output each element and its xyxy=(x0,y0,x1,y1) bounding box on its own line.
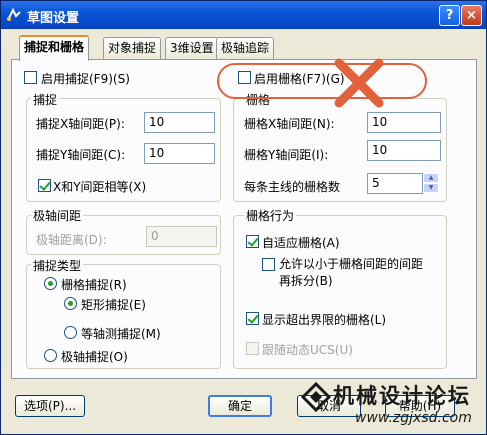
options-button[interactable]: 选项(P)... xyxy=(15,395,85,417)
beyond-limits-label: 显示超出界限的栅格(L) xyxy=(262,313,387,327)
grid-behavior-title: 栅格行为 xyxy=(244,207,297,224)
polar-distance-label: 极轴距离(D): xyxy=(36,233,107,247)
grid-major-input[interactable]: 5 xyxy=(367,173,423,194)
polar-distance-input[interactable]: 0 xyxy=(146,226,217,247)
polar-spacing-title: 极轴间距 xyxy=(31,207,84,224)
enable-snap-checkbox[interactable] xyxy=(24,71,37,84)
beyond-limits-checkbox[interactable] xyxy=(246,312,259,325)
snap-x-input[interactable]: 10 xyxy=(144,112,215,133)
xy-equal-checkbox[interactable] xyxy=(38,179,51,192)
enable-snap-label: 启用捕捉(F9)(S) xyxy=(41,72,130,86)
grid-y-label: 栅格Y轴间距(I): xyxy=(244,148,329,162)
tab-object-snap[interactable]: 对象捕捉 xyxy=(103,37,162,59)
annotation-oval xyxy=(217,63,427,99)
iso-snap-radio[interactable] xyxy=(64,326,77,339)
snap-group-title: 捕捉 xyxy=(31,91,60,108)
forum-logo-icon xyxy=(300,381,332,413)
snap-x-label: 捕捉X轴间距(P): xyxy=(36,117,125,131)
tab-snap-grid[interactable]: 捕捉和栅格 xyxy=(19,35,90,61)
adaptive-grid-checkbox[interactable] xyxy=(246,235,259,248)
title-bar[interactable]: 草图设置 ? × xyxy=(1,1,486,29)
polar-snap-label: 极轴捕捉(O) xyxy=(61,350,128,364)
forum-watermark: 机械设计论坛 www.zgjxsd.com xyxy=(297,378,487,435)
watermark-url: www.zgjxsd.com xyxy=(355,410,472,426)
grid-major-spinner[interactable]: ▲ ▼ xyxy=(423,173,439,194)
subdivide-checkbox[interactable] xyxy=(262,258,275,271)
grid-snap-radio[interactable] xyxy=(44,277,57,290)
grid-snap-label: 栅格捕捉(R) xyxy=(61,278,127,292)
rect-snap-label: 矩形捕捉(E) xyxy=(81,298,146,312)
follow-ucs-checkbox[interactable] xyxy=(246,342,259,355)
snap-type-title: 捕捉类型 xyxy=(31,257,84,274)
rect-snap-radio[interactable] xyxy=(64,297,77,310)
iso-snap-label: 等轴测捕捉(M) xyxy=(81,327,161,341)
tab-3d-settings[interactable]: 3维设置 xyxy=(165,37,219,59)
watermark-title: 机械设计论坛 xyxy=(333,384,471,408)
grid-x-input[interactable]: 10 xyxy=(367,112,441,133)
drafting-settings-dialog: 草图设置 ? × 捕捉和栅格 对象捕捉 3维设置 极轴追踪 启用捕捉(F9)(S… xyxy=(0,0,487,435)
adaptive-grid-label: 自适应栅格(A) xyxy=(262,236,340,250)
xy-equal-label: X和Y间距相等(X) xyxy=(53,180,147,194)
snap-y-input[interactable]: 10 xyxy=(144,143,215,164)
window-title: 草图设置 xyxy=(27,11,80,26)
follow-ucs-label: 跟随动态UCS(U) xyxy=(262,343,353,357)
subdivide-label: 允许以小于栅格间距的间距再拆分(B) xyxy=(279,257,424,288)
grid-y-input[interactable]: 10 xyxy=(367,140,441,161)
grid-major-label: 每条主线的栅格数 xyxy=(244,180,341,194)
ok-button[interactable]: 确定 xyxy=(208,395,272,417)
help-title-button[interactable]: ? xyxy=(439,5,460,26)
polar-snap-radio[interactable] xyxy=(44,349,57,362)
spin-up-icon[interactable]: ▲ xyxy=(423,173,439,183)
app-icon xyxy=(7,7,21,21)
snap-y-label: 捕捉Y轴间距(C): xyxy=(36,148,126,162)
tab-polar-tracking[interactable]: 极轴追踪 xyxy=(216,37,275,59)
close-button[interactable]: × xyxy=(461,5,482,26)
cross-mark-icon xyxy=(334,58,384,108)
spin-down-icon[interactable]: ▼ xyxy=(423,183,439,193)
grid-x-label: 栅格X轴间距(N): xyxy=(244,117,335,131)
